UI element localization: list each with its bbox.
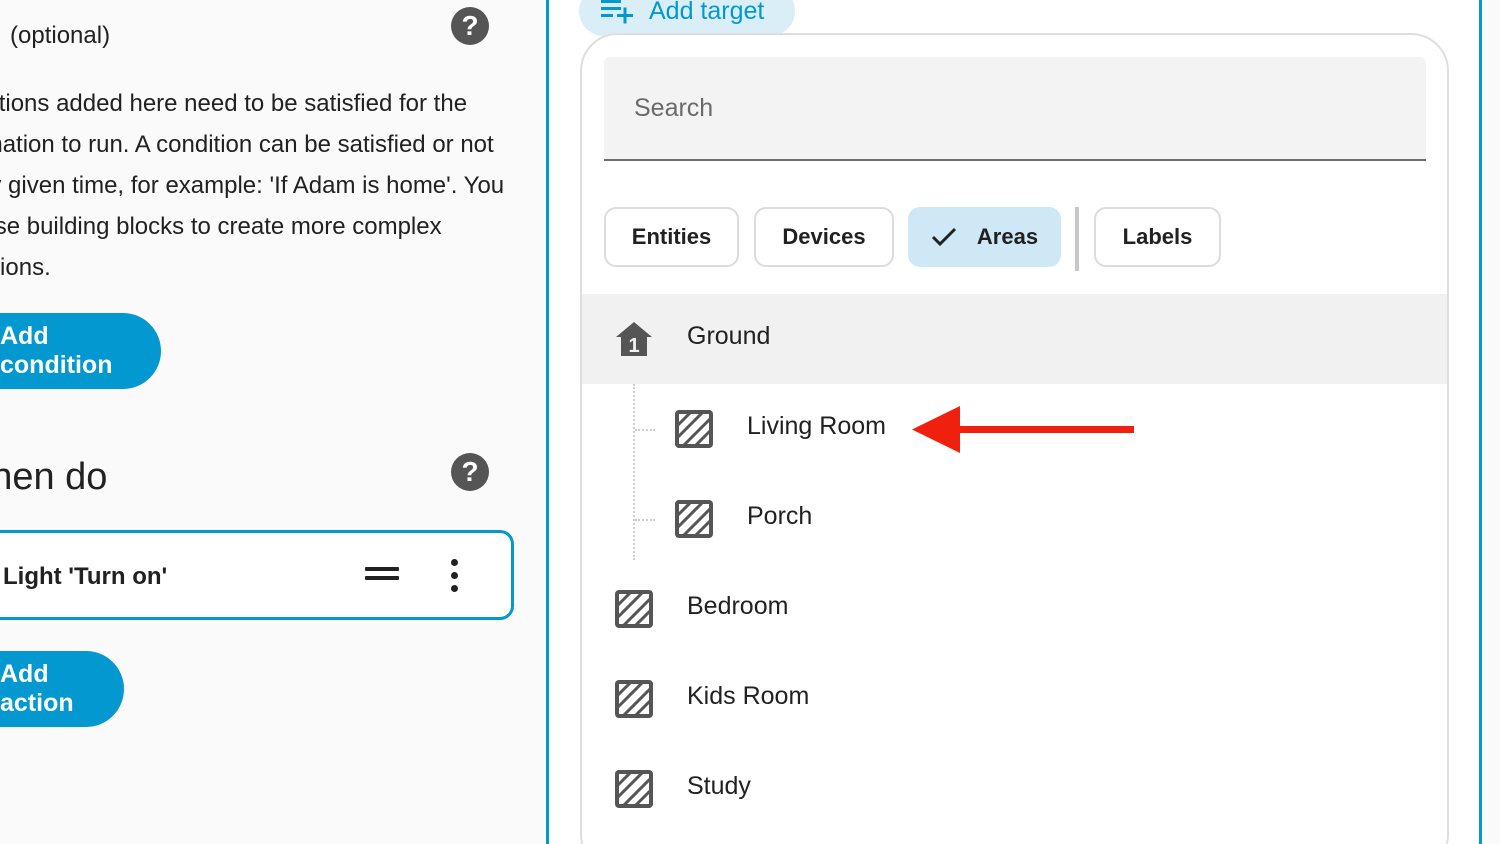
list-item-porch[interactable]: Porch bbox=[582, 474, 1447, 564]
description-line: Conditions added here need to be satisfi… bbox=[0, 90, 468, 117]
filter-chip-areas[interactable]: Areas bbox=[908, 207, 1061, 267]
area-hatched-icon bbox=[615, 590, 653, 628]
description-line: can use building blocks to create more c… bbox=[0, 213, 442, 240]
description-line: automation to run. A condition can be sa… bbox=[0, 131, 494, 158]
list-item-label: Study bbox=[687, 772, 751, 800]
action-card-title: Light 'Turn on' bbox=[3, 563, 168, 590]
list-item-label: Kids Room bbox=[687, 682, 810, 710]
conditions-optional-label: (optional) bbox=[10, 22, 111, 49]
filter-chip-entities[interactable]: Entities bbox=[604, 207, 739, 267]
drag-handle-icon[interactable] bbox=[365, 567, 399, 583]
area-hatched-icon bbox=[615, 770, 653, 808]
list-item-study[interactable]: Study bbox=[582, 744, 1447, 834]
automation-editor: (optional) ? Conditions added here need … bbox=[0, 0, 1500, 844]
floor-1-icon: 1 bbox=[616, 322, 652, 357]
add-action-button[interactable]: Add action bbox=[0, 651, 124, 727]
list-item-label: Ground bbox=[687, 322, 771, 350]
filter-separator bbox=[1075, 207, 1079, 271]
search-input[interactable] bbox=[604, 57, 1426, 159]
action-card[interactable]: Light 'Turn on' bbox=[0, 530, 514, 620]
filter-chip-areas-label: Areas bbox=[976, 224, 1039, 249]
annotation-arrow-icon bbox=[912, 406, 1134, 453]
list-item-label: Bedroom bbox=[687, 592, 789, 620]
list-item-bedroom[interactable]: Bedroom bbox=[582, 564, 1447, 654]
panel-divider bbox=[1479, 0, 1482, 844]
floor-number: 1 bbox=[628, 335, 639, 357]
conditions-description: Conditions added here need to be satisfi… bbox=[0, 83, 526, 288]
list-item-kids-room[interactable]: Kids Room bbox=[582, 654, 1447, 744]
area-hatched-icon bbox=[615, 680, 653, 718]
add-condition-button[interactable]: Add condition bbox=[0, 313, 161, 389]
help-icon[interactable]: ? bbox=[451, 453, 489, 491]
list-item-label: Living Room bbox=[747, 412, 886, 440]
list-item-ground[interactable]: 1 Ground bbox=[582, 294, 1447, 384]
add-target-button[interactable]: Add target bbox=[579, 0, 795, 36]
search-field[interactable] bbox=[604, 57, 1426, 161]
description-line: at any given time, for example: 'If Adam… bbox=[0, 172, 505, 199]
playlist-plus-icon bbox=[601, 0, 633, 24]
area-hatched-icon bbox=[675, 500, 713, 538]
automation-sections-panel: (optional) ? Conditions added here need … bbox=[0, 0, 546, 844]
more-options-icon[interactable] bbox=[451, 559, 459, 593]
actions-section-title: Then do bbox=[0, 456, 108, 498]
description-line: conditions. bbox=[0, 254, 51, 281]
add-target-label: Add target bbox=[649, 0, 765, 25]
help-icon[interactable]: ? bbox=[451, 7, 489, 45]
filter-chip-labels[interactable]: Labels bbox=[1094, 207, 1221, 267]
filter-chip-devices[interactable]: Devices bbox=[754, 207, 894, 267]
list-item-label: Porch bbox=[747, 502, 813, 530]
area-hatched-icon bbox=[675, 410, 713, 448]
check-icon bbox=[931, 227, 956, 247]
